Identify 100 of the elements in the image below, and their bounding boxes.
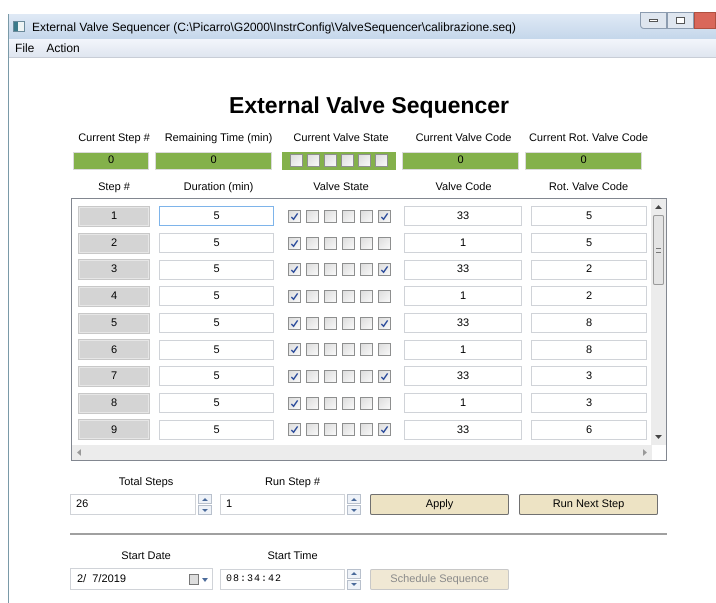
checkbox[interactable] [341,154,354,167]
checkbox[interactable] [360,316,373,330]
checkbox[interactable] [378,210,391,223]
checkbox[interactable] [324,316,337,330]
input-field[interactable]: 8 [531,313,647,334]
maximize-button[interactable] [667,12,694,29]
input-field[interactable]: 5 [159,313,274,334]
input-field[interactable]: 26 [70,494,196,515]
checkbox[interactable] [342,236,355,250]
checkbox[interactable] [324,236,337,250]
checkbox[interactable] [378,370,391,383]
input-field[interactable]: 33 [404,313,522,334]
checkbox[interactable] [378,396,391,410]
checkbox[interactable] [342,316,355,330]
checkbox[interactable] [342,263,355,276]
checkbox[interactable] [342,210,355,223]
checkbox[interactable] [306,423,319,436]
checkbox[interactable] [324,263,337,276]
checkbox[interactable] [306,263,319,276]
checkbox[interactable] [360,236,373,250]
checkbox[interactable] [360,210,373,223]
checkbox[interactable] [342,396,355,410]
checkbox[interactable] [360,343,373,356]
checkbox[interactable] [306,316,319,330]
input-field[interactable]: 1 [404,233,522,254]
button[interactable]: Apply [370,494,509,515]
input-field[interactable]: 5 [159,260,274,280]
checkbox[interactable] [288,396,301,410]
checkbox[interactable] [290,154,303,167]
checkbox[interactable] [378,343,391,356]
checkbox[interactable] [288,370,301,383]
scroll-thumb[interactable] [653,215,664,285]
checkbox[interactable] [342,370,355,383]
checkbox[interactable] [360,370,373,383]
checkbox[interactable] [288,236,301,250]
checkbox[interactable] [360,263,373,276]
checkbox[interactable] [306,210,319,223]
input-field[interactable]: 5 [159,420,274,440]
date-picker[interactable]: 2/ 7/2019 [70,568,213,590]
input-field[interactable]: 5 [531,233,647,254]
input-field[interactable]: 6 [531,420,647,440]
menu-item[interactable]: File [15,39,34,57]
checkbox[interactable] [360,396,373,410]
input-field[interactable]: 5 [159,286,274,306]
checkbox[interactable] [378,423,391,436]
checkbox[interactable] [324,370,337,383]
input-field[interactable]: 1 [404,340,522,360]
checkbox[interactable] [342,290,355,303]
checkbox[interactable] [378,236,391,250]
checkbox[interactable] [360,290,373,303]
checkbox[interactable] [324,343,337,356]
checkbox[interactable] [324,154,337,167]
checkbox[interactable] [306,290,319,303]
input-field[interactable]: 3 [531,393,647,414]
checkbox[interactable] [288,263,301,276]
input-field[interactable]: 33 [404,260,522,280]
checkbox[interactable] [378,316,391,330]
checkbox[interactable] [375,154,388,167]
checkbox[interactable] [378,290,391,303]
vertical-scrollbar[interactable] [651,199,666,445]
checkbox[interactable] [360,423,373,436]
input-field[interactable]: 5 [159,340,274,360]
checkbox[interactable] [306,343,319,356]
checkbox[interactable] [288,343,301,356]
input-field[interactable]: 5 [159,393,274,414]
checkbox[interactable] [306,370,319,383]
checkbox[interactable] [378,263,391,276]
checkbox[interactable] [324,210,337,223]
input-field[interactable]: 1 [404,393,522,414]
menu-item[interactable]: Action [46,39,80,57]
input-field[interactable]: 1 [404,286,522,306]
input-field[interactable]: 5 [531,206,647,226]
checkbox[interactable] [288,210,301,223]
button[interactable]: Run Next Step [519,494,658,515]
input-field[interactable]: 1 [220,494,345,515]
input-field[interactable]: 8 [531,340,647,360]
checkbox[interactable] [324,290,337,303]
horizontal-scrollbar[interactable] [72,445,652,460]
checkbox[interactable] [306,396,319,410]
checkbox[interactable] [288,290,301,303]
input-field[interactable]: 5 [159,366,274,386]
input-field[interactable]: 5 [159,206,274,226]
spin-buttons[interactable] [198,494,212,515]
spin-buttons[interactable] [347,568,361,590]
checkbox[interactable] [358,154,371,167]
spin-buttons[interactable] [347,494,361,515]
input-field[interactable]: 33 [404,366,522,386]
checkbox[interactable] [324,423,337,436]
input-field[interactable]: 2 [531,260,647,280]
input-field[interactable]: 33 [404,206,522,226]
minimize-button[interactable] [640,12,667,29]
checkbox[interactable] [288,316,301,330]
input-field[interactable]: 3 [531,366,647,386]
input-field[interactable]: 33 [404,420,522,440]
checkbox[interactable] [306,236,319,250]
input-field[interactable]: 5 [159,233,274,254]
input-field[interactable]: 2 [531,286,647,306]
input-field[interactable]: 08:34:42 [220,568,345,590]
checkbox[interactable] [342,423,355,436]
checkbox[interactable] [307,154,320,167]
